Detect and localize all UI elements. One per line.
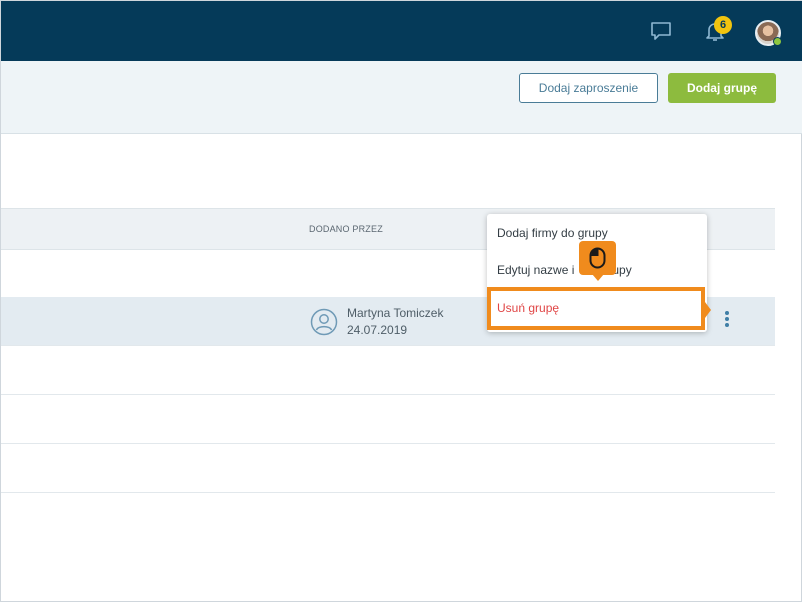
user-icon <box>310 308 338 336</box>
table-row[interactable] <box>1 395 775 444</box>
top-navigation-bar: 6 <box>1 1 802 61</box>
highlight-frame <box>487 287 705 330</box>
mouse-click-hint <box>579 241 616 275</box>
online-status-dot <box>773 37 782 46</box>
table-row[interactable] <box>1 346 775 395</box>
notifications-badge: 6 <box>714 16 732 34</box>
column-header-added-by[interactable]: DODANO PRZEZ <box>309 224 383 234</box>
user-avatar[interactable] <box>755 20 782 46</box>
mouse-icon <box>589 247 606 269</box>
row-more-options-icon[interactable] <box>721 311 733 331</box>
table-row[interactable] <box>1 493 775 542</box>
mouse-hint-pointer <box>592 274 604 281</box>
highlight-arrow <box>705 302 711 318</box>
table-row[interactable] <box>1 444 775 493</box>
add-group-button[interactable]: Dodaj grupę <box>668 73 776 103</box>
added-by-name: Martyna Tomiczek <box>347 306 444 320</box>
chat-icon[interactable] <box>649 19 675 45</box>
add-invitation-button[interactable]: Dodaj zaproszenie <box>519 73 658 103</box>
menu-item-edit-label: Edytuj nazwe i <box>497 263 575 277</box>
added-date: 24.07.2019 <box>347 323 408 337</box>
